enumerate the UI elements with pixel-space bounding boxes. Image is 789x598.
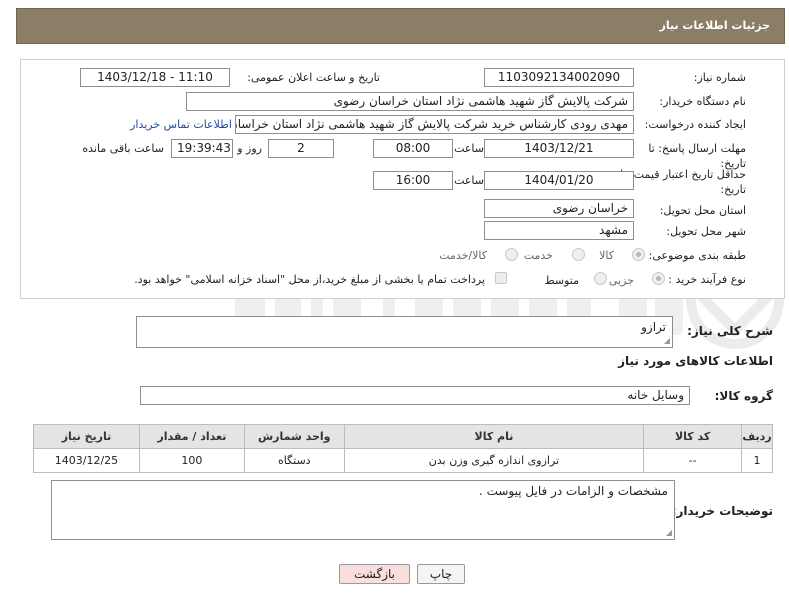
table-cell-quantity: 100	[138, 448, 245, 473]
validity-date-field: 1404/01/20	[484, 171, 634, 190]
treasury-payment-note: پرداخت تمام یا بخشی از مبلغ خرید،از محل …	[134, 273, 485, 286]
description-label: شرح کلی نیاز:	[687, 324, 773, 338]
goods-table: ردیف کد کالا نام کالا واحد شمارش تعداد /…	[33, 424, 773, 473]
requester-field: مهدی رودی کارشناس خرید شرکت پالایش گاز ش…	[235, 115, 634, 134]
announce-datetime-label: تاریخ و ساعت اعلان عمومی:	[247, 71, 380, 84]
col-quantity: تعداد / مقدار	[138, 424, 245, 449]
description-value: ترازو	[641, 320, 666, 334]
buyer-notes-label: توضیحات خریدار:	[671, 504, 773, 518]
category-service-option: خدمت	[523, 249, 553, 262]
buyer-notes-value: مشخصات و الزامات در فایل پیوست .	[478, 484, 668, 498]
need-number-label: شماره نیاز:	[693, 71, 746, 84]
category-service-radio[interactable]	[572, 248, 585, 261]
reply-time-label: ساعت	[454, 142, 484, 155]
category-label: طبقه بندی موضوعی:	[648, 249, 746, 262]
delivery-city-field: مشهد	[484, 221, 634, 240]
table-cell-item-name: ترازوی اندازه گیری وزن بدن	[343, 448, 645, 473]
remaining-days-field: 2	[268, 139, 334, 158]
delivery-city-label: شهر محل تحویل:	[666, 225, 746, 238]
reply-time-field: 08:00	[373, 139, 453, 158]
table-row: 1 -- ترازوی اندازه گیری وزن بدن دستگاه 1…	[33, 448, 773, 473]
purchase-medium-option: متوسط	[544, 274, 579, 287]
col-item-code: کد کالا	[643, 424, 743, 449]
buyer-contact-link[interactable]: اطلاعات تماس خریدار	[130, 118, 232, 131]
col-row-number: ردیف	[741, 424, 773, 449]
print-button[interactable]: چاپ	[417, 564, 465, 584]
days-label: روز و	[237, 142, 262, 155]
need-number-field: 1103092134002090	[484, 68, 634, 87]
table-cell-item-code: --	[643, 448, 743, 473]
delivery-province-label: استان محل تحویل:	[659, 204, 746, 217]
category-goods-service-option: کالا/خدمت	[439, 249, 487, 262]
remaining-time-label: ساعت باقی مانده	[82, 142, 164, 155]
goods-group-field: وسایل خانه	[140, 386, 690, 405]
resize-handle-icon[interactable]: ◢	[664, 529, 672, 537]
validity-time-field: 16:00	[373, 171, 453, 190]
page-header: جزئیات اطلاعات نیاز	[16, 8, 785, 44]
table-cell-row-number: 1	[741, 448, 773, 473]
requester-label: ایجاد کننده درخواست:	[644, 118, 746, 131]
remaining-time-field: 19:39:43	[171, 139, 233, 158]
reply-date-field: 1403/12/21	[484, 139, 634, 158]
back-button[interactable]: بازگشت	[339, 564, 410, 584]
category-goods-option: کالا	[599, 249, 614, 262]
goods-group-label: گروه کالا:	[714, 389, 773, 403]
table-cell-unit: دستگاه	[243, 448, 345, 473]
category-goods-service-radio[interactable]	[505, 248, 518, 261]
table-cell-need-date: 1403/12/25	[33, 448, 140, 473]
purchase-type-label: نوع فرآیند خرید :	[668, 273, 746, 286]
resize-handle-icon[interactable]: ◢	[662, 337, 670, 345]
col-need-date: تاریخ نیاز	[33, 424, 140, 449]
validity-time-label: ساعت	[454, 174, 484, 187]
treasury-payment-checkbox[interactable]	[495, 272, 507, 284]
buyer-org-label: نام دستگاه خریدار:	[659, 95, 746, 108]
purchase-medium-radio[interactable]	[594, 272, 607, 285]
col-unit: واحد شمارش	[243, 424, 345, 449]
announce-datetime-field: 1403/12/18 - 11:10	[80, 68, 230, 87]
purchase-minor-radio[interactable]	[652, 272, 665, 285]
col-item-name: نام کالا	[343, 424, 645, 449]
description-textarea[interactable]: ترازو ◢	[136, 316, 673, 348]
category-goods-radio[interactable]	[632, 248, 645, 261]
table-header-row: ردیف کد کالا نام کالا واحد شمارش تعداد /…	[33, 424, 773, 449]
goods-section-title: اطلاعات کالاهای مورد نیاز	[618, 354, 773, 368]
purchase-minor-option: جزیی	[608, 274, 634, 287]
buyer-notes-textarea[interactable]: مشخصات و الزامات در فایل پیوست . ◢	[51, 480, 675, 540]
price-validity-label: حداقل تاریخ اعتبار قیمت: تا تاریخ:	[620, 168, 746, 196]
page-title: جزئیات اطلاعات نیاز	[659, 19, 771, 32]
delivery-province-field: خراسان رضوی	[484, 199, 634, 218]
buyer-org-field: شرکت پالایش گاز شهید هاشمی نژاد استان خر…	[186, 92, 634, 111]
